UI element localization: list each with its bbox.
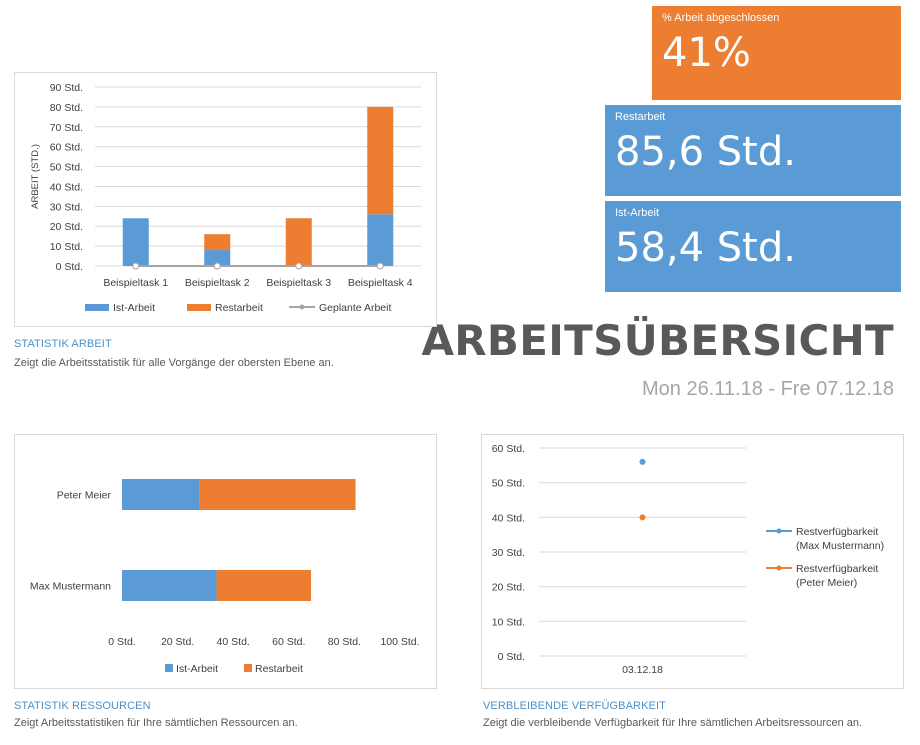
legend-marker bbox=[299, 304, 305, 310]
work-section-desc: Zeigt die Arbeitsstatistik für alle Vorg… bbox=[14, 357, 334, 369]
legend-marker bbox=[776, 565, 782, 571]
bar bbox=[216, 570, 312, 601]
y-tick-label: Peter Meier bbox=[57, 490, 112, 502]
y-tick-label: Max Mustermann bbox=[30, 581, 111, 593]
y-tick-label: 50 Std. bbox=[50, 162, 83, 174]
legend-label: Restarbeit bbox=[215, 302, 263, 314]
x-tick-label: 0 Std. bbox=[108, 636, 135, 648]
resource-section-desc: Zeigt Arbeitsstatistiken für Ihre sämtli… bbox=[14, 717, 298, 729]
page-title: ARBEITSÜBERSICHT bbox=[421, 316, 894, 365]
bar bbox=[367, 214, 394, 266]
kpi-remaining-value: 85,6 Std. bbox=[615, 129, 796, 175]
x-tick-label: Beispieltask 3 bbox=[266, 277, 331, 289]
y-tick-label: 0 Std. bbox=[56, 261, 83, 273]
data-point bbox=[639, 458, 646, 465]
availability-chart-panel[interactable]: 0 Std. 10 Std. 20 Std. 30 Std. 40 Std. 50 Std… bbox=[481, 434, 904, 689]
legend-label: Restverfügbarkeit bbox=[796, 563, 878, 575]
kpi-actual-value: 58,4 Std. bbox=[615, 225, 796, 271]
data-point bbox=[639, 514, 646, 521]
bar bbox=[122, 570, 217, 601]
legend-label: Ist-Arbeit bbox=[176, 663, 218, 675]
x-tick-label: Beispieltask 4 bbox=[348, 277, 413, 289]
y-tick-label: 80 Std. bbox=[50, 102, 83, 114]
legend-label: Geplante Arbeit bbox=[319, 302, 391, 314]
y-tick-label: 30 Std. bbox=[50, 201, 83, 213]
x-tick-label: 40 Std. bbox=[217, 636, 250, 648]
resource-chart: Max Mustermann Peter Meier 0 Std. 20 Std. 40… bbox=[30, 479, 420, 675]
legend-label: (Peter Meier) bbox=[796, 577, 857, 589]
x-tick-label: Beispieltask 1 bbox=[103, 277, 168, 289]
y-tick-label: 60 Std. bbox=[492, 443, 525, 455]
bar bbox=[122, 218, 149, 266]
bar bbox=[285, 218, 312, 266]
x-tick-label: 100 Std. bbox=[380, 636, 419, 648]
resource-section-title: STATISTIK RESSOURCEN bbox=[14, 700, 151, 712]
bar bbox=[199, 479, 356, 510]
y-tick-label: 60 Std. bbox=[50, 142, 83, 154]
legend-label: Ist-Arbeit bbox=[113, 302, 155, 314]
kpi-percent-value: 41% bbox=[662, 30, 751, 76]
y-tick-label: 70 Std. bbox=[50, 122, 83, 134]
y-tick-label: 20 Std. bbox=[492, 582, 525, 594]
legend-marker bbox=[776, 528, 782, 534]
y-tick-label: 0 Std. bbox=[498, 651, 525, 663]
resource-chart-panel[interactable]: Max Mustermann Peter Meier 0 Std. 20 Std. 40… bbox=[14, 434, 437, 689]
y-tick-label: 40 Std. bbox=[492, 512, 525, 524]
y-tick-label: 10 Std. bbox=[50, 241, 83, 253]
legend-swatch bbox=[165, 664, 173, 672]
legend-swatch bbox=[187, 304, 211, 311]
kpi-percent-label: % Arbeit abgeschlossen bbox=[662, 12, 780, 24]
kpi-actual-work: Ist-Arbeit 58,4 Std. bbox=[605, 201, 901, 292]
date-range: Mon 26.11.18 - Fre 07.12.18 bbox=[641, 378, 894, 400]
x-tick-label: 20 Std. bbox=[161, 636, 194, 648]
bar bbox=[122, 479, 200, 510]
y-tick-label: 10 Std. bbox=[492, 616, 525, 628]
data-point bbox=[295, 262, 303, 270]
y-tick-label: 50 Std. bbox=[492, 478, 525, 490]
kpi-remaining-label: Restarbeit bbox=[615, 111, 666, 123]
x-tick-label: 80 Std. bbox=[328, 636, 361, 648]
bar bbox=[204, 234, 231, 251]
x-tick-label: 03.12.18 bbox=[622, 664, 663, 676]
legend-label: (Max Mustermann) bbox=[796, 540, 884, 552]
legend-swatch bbox=[85, 304, 109, 311]
legend-label: Restverfügbarkeit bbox=[796, 526, 878, 538]
work-chart-panel[interactable]: 0 Std. 10 Std. 20 Std. 30 Std. 40 Std. 50 Std… bbox=[14, 72, 437, 327]
work-chart: 0 Std. 10 Std. 20 Std. 30 Std. 40 Std. 50 Std… bbox=[30, 82, 421, 314]
legend-label: Restarbeit bbox=[255, 663, 303, 675]
availability-section-title: VERBLEIBENDE VERFÜGBARKEIT bbox=[483, 700, 666, 712]
data-point bbox=[213, 262, 221, 270]
data-point bbox=[376, 262, 384, 270]
y-tick-label: 30 Std. bbox=[492, 547, 525, 559]
kpi-remaining-work: Restarbeit 85,6 Std. bbox=[605, 105, 901, 196]
x-tick-label: 60 Std. bbox=[272, 636, 305, 648]
y-axis-label: ARBEIT (STD.) bbox=[30, 144, 41, 209]
kpi-actual-label: Ist-Arbeit bbox=[615, 207, 660, 219]
bar bbox=[367, 106, 394, 215]
y-tick-label: 90 Std. bbox=[50, 82, 83, 94]
y-tick-label: 20 Std. bbox=[50, 221, 83, 233]
availability-chart: 0 Std. 10 Std. 20 Std. 30 Std. 40 Std. 50 Std… bbox=[492, 443, 884, 676]
data-point bbox=[132, 262, 140, 270]
work-section-title: STATISTIK ARBEIT bbox=[14, 338, 112, 350]
y-tick-label: 40 Std. bbox=[50, 181, 83, 193]
availability-section-desc: Zeigt die verbleibende Verfügbarkeit für… bbox=[483, 717, 863, 729]
kpi-percent-complete: % Arbeit abgeschlossen 41% bbox=[652, 6, 901, 100]
legend-swatch bbox=[244, 664, 252, 672]
x-tick-label: Beispieltask 2 bbox=[185, 277, 250, 289]
